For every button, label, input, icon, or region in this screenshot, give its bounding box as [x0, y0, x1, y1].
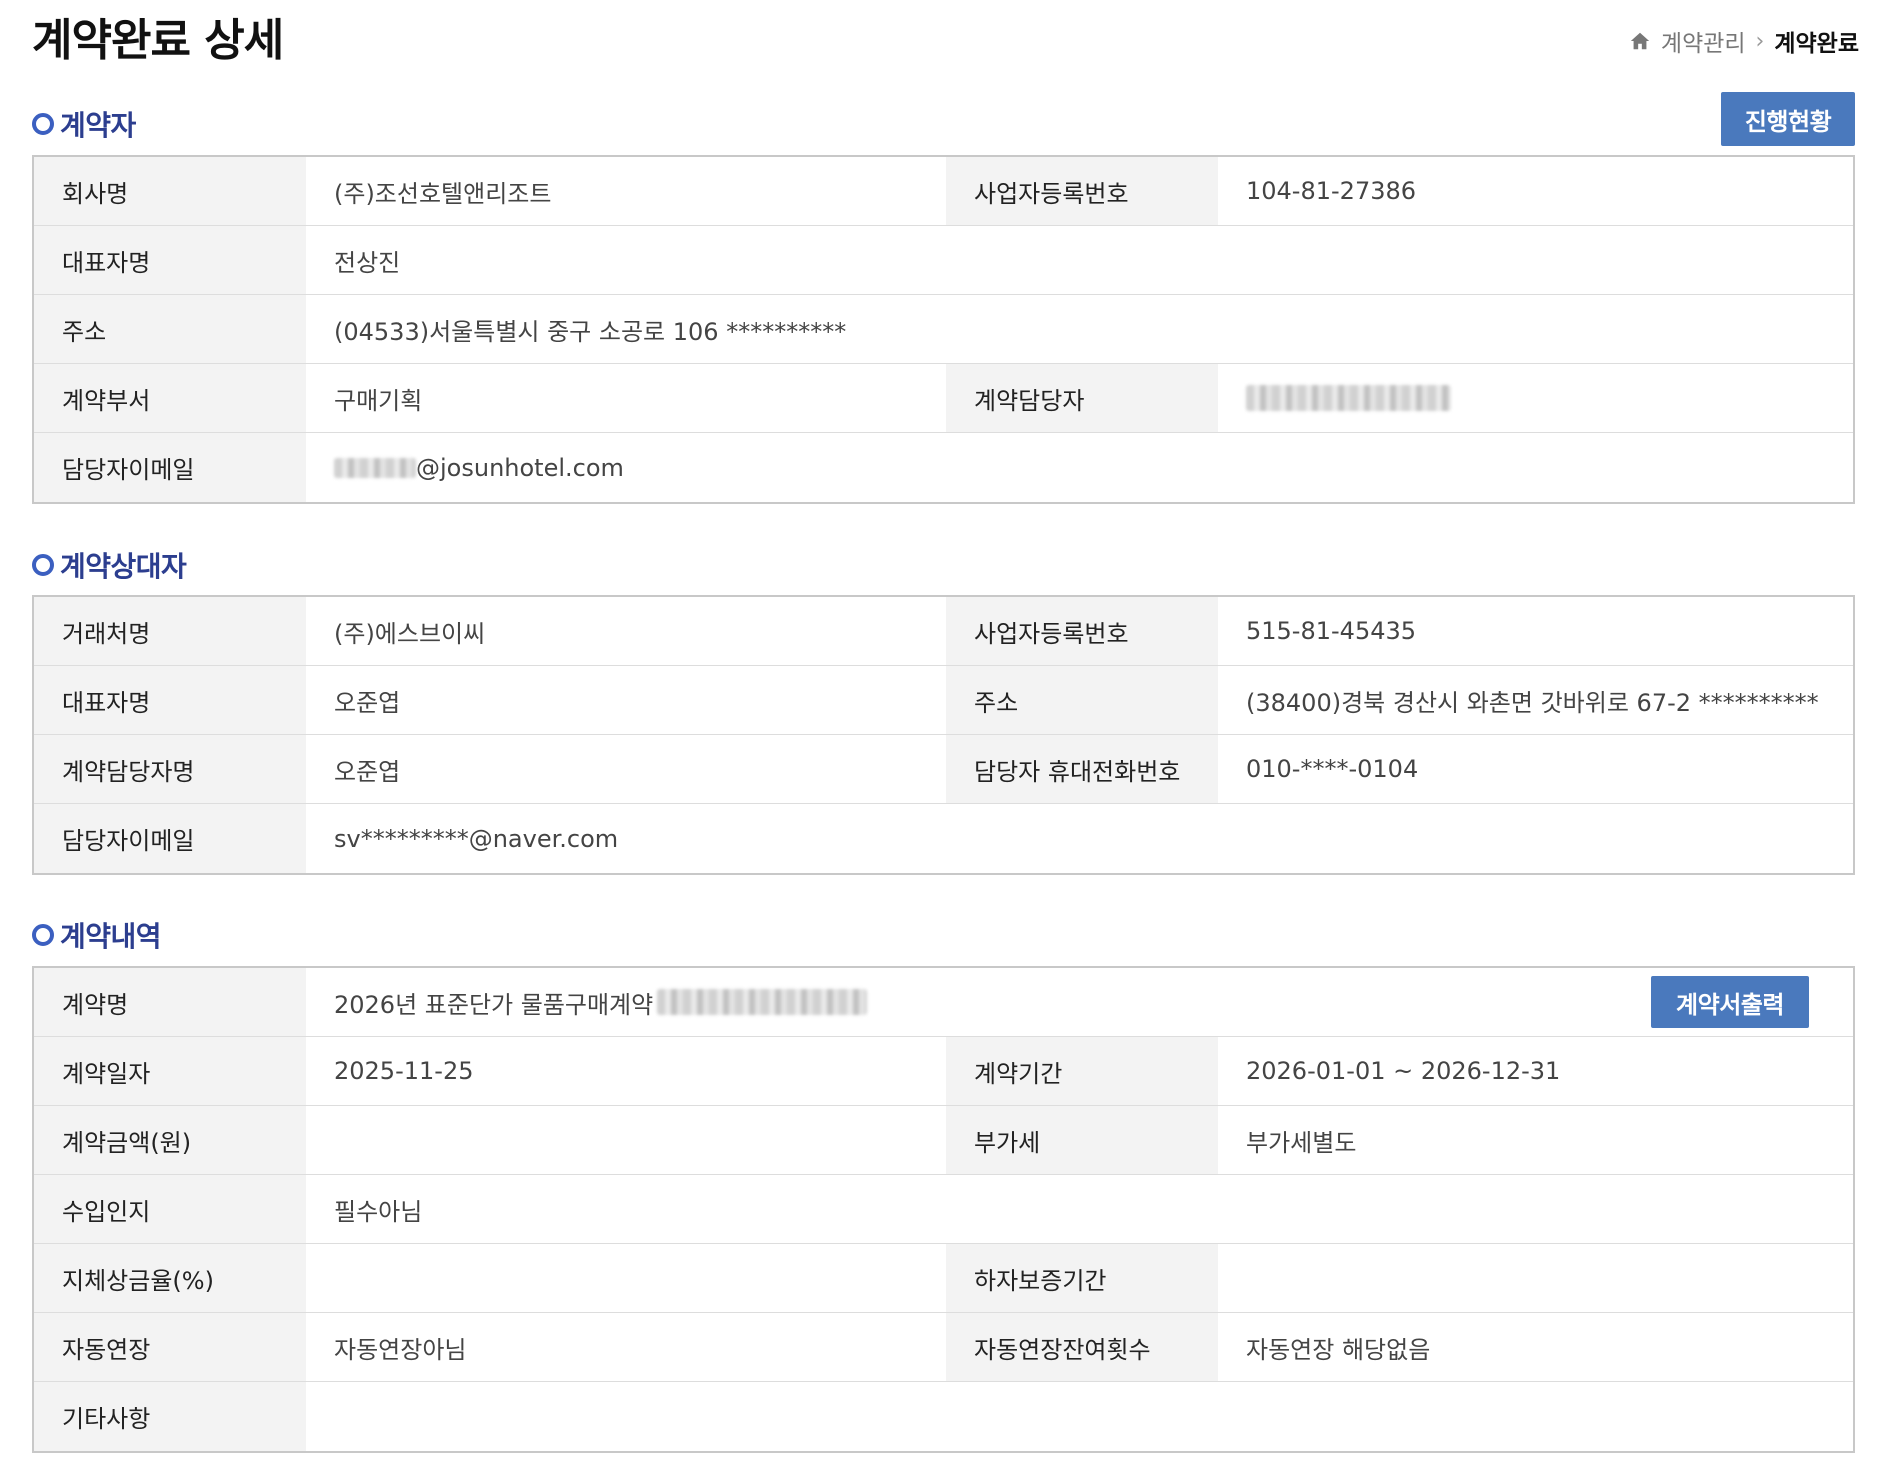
contract-name-label: 계약명	[34, 968, 306, 1036]
revenue-stamp-label: 수입인지	[34, 1175, 306, 1243]
contract-name-value: 2026년 표준단가 물품구매계약	[306, 968, 1853, 1036]
table-row: 회사명 (주)조선호텔앤리조트 사업자등록번호 104-81-27386	[34, 157, 1853, 226]
renewal-remaining-label: 자동연장잔여횟수	[946, 1313, 1218, 1381]
vendor-name-value: (주)에스브이씨	[334, 619, 486, 648]
manager-email-label: 담당자이메일	[34, 804, 306, 873]
table-row: 계약명 2026년 표준단가 물품구매계약 계약서출력	[34, 968, 1853, 1037]
bullet-ring-icon	[32, 924, 54, 946]
section-heading-contract: 계약내역	[32, 915, 162, 955]
business-number-value: 104-81-27386	[1246, 177, 1417, 205]
contract-amount-label: 계약금액(원)	[34, 1106, 306, 1174]
home-icon[interactable]	[1629, 30, 1651, 52]
breadcrumb-parent[interactable]: 계약관리	[1661, 24, 1746, 58]
contract-manager-value	[1218, 364, 1853, 432]
address-value: (04533)서울특별시 중구 소공로 106 **********	[334, 317, 847, 346]
breadcrumb-current: 계약완료	[1774, 31, 1859, 57]
contract-date-label: 계약일자	[34, 1037, 306, 1105]
table-row: 대표자명 오준엽 주소 (38400)경북 경산시 와촌면 갓바위로 67-2 …	[34, 666, 1853, 735]
address-label: 주소	[946, 666, 1218, 734]
ceo-name-value: 전상진	[334, 248, 401, 277]
warranty-period-label: 하자보증기간	[946, 1244, 1218, 1312]
counterparty-table: 거래처명 (주)에스브이씨 사업자등록번호 515-81-45435 대표자명 …	[32, 595, 1855, 875]
table-row: 거래처명 (주)에스브이씨 사업자등록번호 515-81-45435	[34, 597, 1853, 666]
remarks-value	[306, 1382, 1853, 1451]
redacted-text	[1246, 385, 1451, 411]
remarks-label: 기타사항	[34, 1382, 306, 1451]
table-row: 주소 (04533)서울특별시 중구 소공로 106 **********	[34, 295, 1853, 364]
auto-renewal-label: 자동연장	[34, 1313, 306, 1381]
business-number-label: 사업자등록번호	[946, 597, 1218, 665]
late-penalty-rate-label: 지체상금율(%)	[34, 1244, 306, 1312]
address-value: (38400)경북 경산시 와촌면 갓바위로 67-2 **********	[1246, 688, 1819, 717]
address-label: 주소	[34, 295, 306, 363]
table-row: 계약일자 2025-11-25 계약기간 2026-01-01 ~ 2026-1…	[34, 1037, 1853, 1106]
revenue-stamp-value: 필수아님	[334, 1197, 423, 1226]
bullet-ring-icon	[32, 554, 54, 576]
vat-label: 부가세	[946, 1106, 1218, 1174]
table-row: 담당자이메일 @josunhotel.com	[34, 433, 1853, 502]
contract-amount-value	[306, 1106, 946, 1174]
contract-name-text: 2026년 표준단가 물품구매계약	[334, 990, 654, 1019]
ceo-name-value: 오준엽	[334, 688, 401, 717]
table-row: 계약금액(원) 부가세 부가세별도	[34, 1106, 1853, 1175]
progress-status-button[interactable]: 진행현황	[1721, 92, 1855, 146]
contract-period-label: 계약기간	[946, 1037, 1218, 1105]
vat-value: 부가세별도	[1246, 1128, 1357, 1157]
business-number-value: 515-81-45435	[1246, 617, 1417, 645]
section-title: 계약자	[60, 109, 136, 142]
company-name-value: (주)조선호텔앤리조트	[334, 179, 552, 208]
warranty-period-value	[1218, 1244, 1853, 1312]
ceo-name-label: 대표자명	[34, 226, 306, 294]
business-number-label: 사업자등록번호	[946, 157, 1218, 225]
ceo-name-label: 대표자명	[34, 666, 306, 734]
section-title: 계약내역	[60, 920, 162, 953]
late-penalty-rate-value	[306, 1244, 946, 1312]
bullet-ring-icon	[32, 113, 54, 135]
chevron-right-icon: ›	[1755, 28, 1765, 54]
manager-email-value: sv*********@naver.com	[334, 824, 619, 853]
redacted-text	[334, 457, 416, 478]
contract-manager-value: 오준엽	[334, 757, 401, 786]
contract-date-value: 2025-11-25	[334, 1057, 474, 1085]
table-row: 기타사항	[34, 1382, 1853, 1451]
department-value: 구매기획	[334, 386, 423, 415]
manager-email-label: 담당자이메일	[34, 433, 306, 502]
print-contract-button[interactable]: 계약서출력	[1651, 976, 1809, 1028]
page-title: 계약완료 상세	[32, 15, 284, 66]
contract-period-value: 2026-01-01 ~ 2026-12-31	[1246, 1057, 1561, 1085]
contract-detail-page: 계약완료 상세 계약관리 › 계약완료 계약자 진행현황 회사명 (주)조선호텔…	[0, 0, 1891, 1462]
auto-renewal-value: 자동연장아님	[334, 1335, 467, 1364]
manager-phone-value: 010-****-0104	[1246, 755, 1419, 783]
redacted-text	[657, 989, 868, 1015]
manager-email-value: @josunhotel.com	[306, 433, 1853, 502]
renewal-remaining-value: 자동연장 해당없음	[1246, 1335, 1431, 1364]
table-row: 자동연장 자동연장아님 자동연장잔여횟수 자동연장 해당없음	[34, 1313, 1853, 1382]
section-heading-counterparty: 계약상대자	[32, 545, 187, 585]
table-row: 수입인지 필수아님	[34, 1175, 1853, 1244]
table-row: 계약부서 구매기획 계약담당자	[34, 364, 1853, 433]
contract-manager-label: 계약담당자명	[34, 735, 306, 803]
contract-table: 계약명 2026년 표준단가 물품구매계약 계약서출력 계약일자 2025-11…	[32, 966, 1855, 1453]
vendor-name-label: 거래처명	[34, 597, 306, 665]
section-title: 계약상대자	[60, 550, 187, 583]
department-label: 계약부서	[34, 364, 306, 432]
table-row: 대표자명 전상진	[34, 226, 1853, 295]
table-row: 담당자이메일 sv*********@naver.com	[34, 804, 1853, 873]
email-domain: @josunhotel.com	[416, 453, 624, 482]
section-heading-contractor: 계약자	[32, 104, 136, 144]
table-row: 지체상금율(%) 하자보증기간	[34, 1244, 1853, 1313]
company-name-label: 회사명	[34, 157, 306, 225]
manager-phone-label: 담당자 휴대전화번호	[946, 735, 1218, 803]
contract-manager-label: 계약담당자	[946, 364, 1218, 432]
table-row: 계약담당자명 오준엽 담당자 휴대전화번호 010-****-0104	[34, 735, 1853, 804]
contractor-table: 회사명 (주)조선호텔앤리조트 사업자등록번호 104-81-27386 대표자…	[32, 155, 1855, 504]
breadcrumb: 계약관리 › 계약완료	[1629, 24, 1859, 58]
